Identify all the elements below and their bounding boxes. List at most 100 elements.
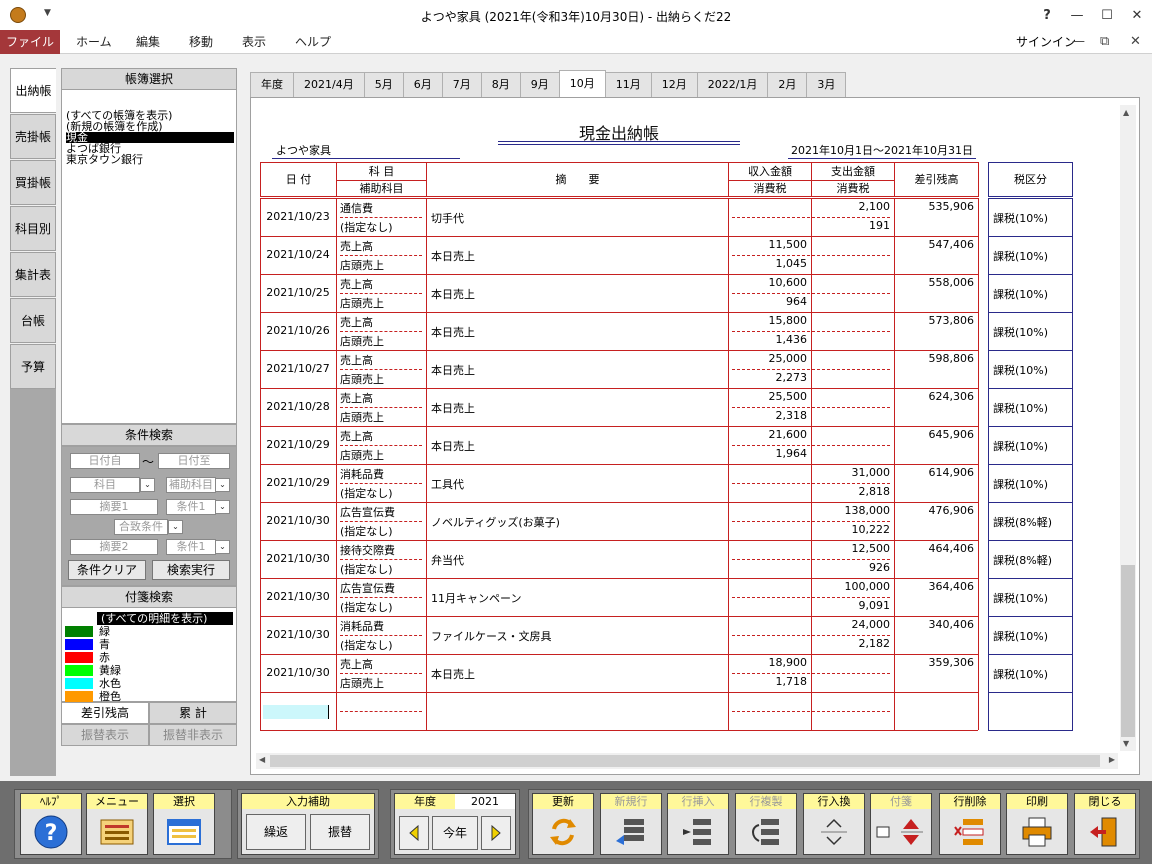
row-date[interactable]: 2021/10/27 <box>260 362 336 375</box>
scroll-right-icon[interactable]: ▶ <box>1109 755 1115 764</box>
side-tab-cashbook[interactable]: 出納帳 <box>10 68 56 113</box>
match-condition-select[interactable]: 合致条件 <box>114 519 168 535</box>
chevron-down-icon[interactable]: ⌄ <box>215 478 230 492</box>
row-sub-account[interactable]: (指定なし) <box>340 523 393 539</box>
date-from-input[interactable]: 日付自 <box>70 453 140 469</box>
repeat-button[interactable]: 繰返 <box>246 814 306 850</box>
row-date[interactable]: 2021/10/30 <box>260 552 336 565</box>
row-expense-tax[interactable]: 2,818 <box>811 485 891 498</box>
book-list-item[interactable]: 東京タウン銀行 <box>66 154 233 165</box>
row-account[interactable]: 広告宣伝費 <box>340 580 395 596</box>
month-tab[interactable]: 5月 <box>363 72 404 97</box>
condition2-select[interactable]: 条件1 <box>166 539 216 555</box>
row-income-tax[interactable]: 2,318 <box>728 409 808 422</box>
tag-item[interactable]: 黄緑 <box>65 664 233 677</box>
side-tab-ledger[interactable]: 台帳 <box>10 298 56 343</box>
row-memo[interactable]: 本日売上 <box>431 286 475 302</box>
chevron-down-icon[interactable]: ⌄ <box>140 478 155 492</box>
date-to-input[interactable]: 日付至 <box>158 453 230 469</box>
row-sub-account[interactable]: (指定なし) <box>340 599 393 615</box>
month-tab[interactable]: 7月 <box>441 72 482 97</box>
row-date[interactable]: 2021/10/30 <box>260 590 336 603</box>
row-tax-class[interactable]: 課税(10%) <box>993 590 1048 606</box>
side-tab-receivables[interactable]: 売掛帳 <box>10 114 56 159</box>
menu-view[interactable]: 表示 <box>242 30 266 54</box>
condition1-select[interactable]: 条件1 <box>166 499 216 515</box>
month-tab[interactable]: 9月 <box>519 72 560 97</box>
row-income[interactable]: 15,800 <box>728 314 808 327</box>
side-tab-budget[interactable]: 予算 <box>10 344 56 389</box>
sub-account-select[interactable]: 補助科目 <box>166 477 216 493</box>
menu-tool-button[interactable]: メニュー <box>86 793 148 855</box>
insert-row-tool-button[interactable]: 行挿入 <box>667 793 729 855</box>
menu-move[interactable]: 移動 <box>189 30 213 54</box>
row-date[interactable]: 2021/10/29 <box>260 476 336 489</box>
tag-tool-button[interactable]: 付箋 <box>870 793 932 855</box>
tab-total[interactable]: 累 計 <box>149 702 237 724</box>
horizontal-scrollbar[interactable]: ◀ ▶ <box>256 753 1118 769</box>
chevron-down-icon[interactable]: ⌄ <box>215 500 230 514</box>
row-date[interactable]: 2021/10/28 <box>260 400 336 413</box>
close-tool-button[interactable]: 閉じる <box>1074 793 1136 855</box>
tab-balance[interactable]: 差引残高 <box>61 702 149 724</box>
row-date[interactable]: 2021/10/25 <box>260 286 336 299</box>
row-income[interactable]: 21,600 <box>728 428 808 441</box>
maximize-button[interactable]: ☐ <box>1092 0 1122 30</box>
row-account[interactable]: 売上高 <box>340 314 373 330</box>
row-tax-class[interactable]: 課税(10%) <box>993 324 1048 340</box>
tab-transfer-hide[interactable]: 振替非表示 <box>149 724 237 746</box>
side-tab-payables[interactable]: 買掛帳 <box>10 160 56 205</box>
row-tax-class[interactable]: 課税(10%) <box>993 362 1048 378</box>
copy-row-tool-button[interactable]: 行複製 <box>735 793 797 855</box>
memo1-input[interactable]: 摘要1 <box>70 499 158 515</box>
doc-close-button[interactable]: ✕ <box>1130 30 1141 54</box>
month-tab[interactable]: 2月 <box>767 72 808 97</box>
row-sub-account[interactable]: (指定なし) <box>340 485 393 501</box>
tab-transfer-show[interactable]: 振替表示 <box>61 724 149 746</box>
doc-restore-button[interactable]: ⧉ <box>1100 30 1109 54</box>
row-expense[interactable]: 24,000 <box>811 618 891 631</box>
row-date[interactable]: 2021/10/29 <box>260 438 336 451</box>
side-tab-by-account[interactable]: 科目別 <box>10 206 56 251</box>
new-row-tool-button[interactable]: 新規行 <box>600 793 662 855</box>
row-memo[interactable]: 本日売上 <box>431 362 475 378</box>
row-tax-class[interactable]: 課税(10%) <box>993 438 1048 454</box>
row-account[interactable]: 通信費 <box>340 200 373 216</box>
row-sub-account[interactable]: 店頭売上 <box>340 295 384 311</box>
row-account[interactable]: 売上高 <box>340 428 373 444</box>
row-sub-account[interactable]: (指定なし) <box>340 637 393 653</box>
tag-item[interactable]: 赤 <box>65 651 233 664</box>
side-tab-summary[interactable]: 集計表 <box>10 252 56 297</box>
print-tool-button[interactable]: 印刷 <box>1006 793 1068 855</box>
row-expense-tax[interactable]: 926 <box>811 561 890 574</box>
row-expense-tax[interactable]: 191 <box>811 219 890 232</box>
month-tab[interactable]: 2021/4月 <box>293 72 365 97</box>
scroll-left-icon[interactable]: ◀ <box>259 755 265 764</box>
file-menu[interactable]: ファイル <box>0 30 60 54</box>
chevron-down-icon[interactable]: ⌄ <box>215 540 230 554</box>
row-tax-class[interactable]: 課税(10%) <box>993 210 1048 226</box>
row-sub-account[interactable]: (指定なし) <box>340 219 393 235</box>
row-account[interactable]: 消耗品費 <box>340 466 384 482</box>
row-income-tax[interactable]: 964 <box>728 295 807 308</box>
row-expense[interactable]: 138,000 <box>811 504 891 517</box>
row-account[interactable]: 売上高 <box>340 390 373 406</box>
menu-help[interactable]: ヘルプ <box>295 30 331 54</box>
scroll-thumb[interactable] <box>270 755 1100 767</box>
scroll-thumb[interactable] <box>1121 565 1135 737</box>
row-sub-account[interactable]: 店頭売上 <box>340 371 384 387</box>
this-year-button[interactable]: 今年 <box>432 816 478 850</box>
row-memo[interactable]: 切手代 <box>431 210 464 226</box>
row-account[interactable]: 売上高 <box>340 656 373 672</box>
close-window-button[interactable]: ✕ <box>1122 0 1152 30</box>
row-account[interactable]: 消耗品費 <box>340 618 384 634</box>
row-memo[interactable]: 本日売上 <box>431 438 475 454</box>
row-memo[interactable]: 11月キャンペーン <box>431 590 521 606</box>
vertical-scrollbar[interactable]: ▲ ▼ <box>1120 105 1136 751</box>
row-date[interactable]: 2021/10/30 <box>260 628 336 641</box>
row-expense[interactable]: 31,000 <box>811 466 891 479</box>
memo2-input[interactable]: 摘要2 <box>70 539 158 555</box>
row-sub-account[interactable]: 店頭売上 <box>340 447 384 463</box>
row-account[interactable]: 接待交際費 <box>340 542 395 558</box>
row-expense-tax[interactable]: 10,222 <box>811 523 891 536</box>
